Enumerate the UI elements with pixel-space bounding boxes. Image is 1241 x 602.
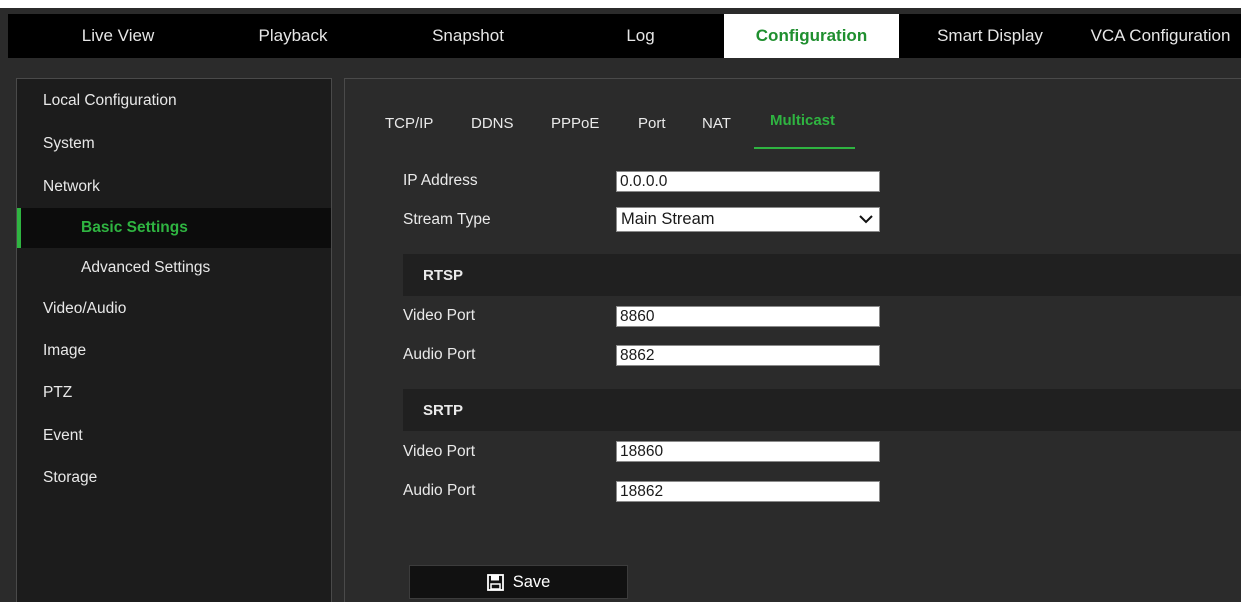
nav-live-view[interactable]: Live View bbox=[8, 14, 228, 58]
sidebar-item-local-configuration[interactable]: Local Configuration bbox=[17, 81, 331, 121]
sidebar-item-system[interactable]: System bbox=[17, 124, 331, 164]
app-window: Live View Playback Snapshot Log Configur… bbox=[0, 0, 1241, 602]
srtp-video-port-label: Video Port bbox=[403, 443, 476, 460]
top-nav: Live View Playback Snapshot Log Configur… bbox=[8, 14, 1241, 58]
sidebar-item-event[interactable]: Event bbox=[17, 416, 331, 456]
srtp-audio-port-label: Audio Port bbox=[403, 482, 476, 499]
srtp-section-header: SRTP bbox=[403, 389, 1241, 431]
sidebar-item-storage[interactable]: Storage bbox=[17, 458, 331, 498]
save-button[interactable]: Save bbox=[409, 565, 628, 599]
tab-pppoe[interactable]: PPPoE bbox=[551, 115, 599, 155]
srtp-video-port-input[interactable] bbox=[616, 441, 880, 462]
ip-address-label: IP Address bbox=[403, 172, 478, 189]
rtsp-section-header: RTSP bbox=[403, 254, 1241, 296]
tab-tcp-ip[interactable]: TCP/IP bbox=[385, 115, 433, 155]
sidebar-item-advanced-settings[interactable]: Advanced Settings bbox=[17, 248, 331, 288]
stream-type-label: Stream Type bbox=[403, 211, 491, 228]
main-panel: TCP/IP DDNS PPPoE Port NAT Multicast IP … bbox=[344, 78, 1241, 602]
srtp-audio-port-input[interactable] bbox=[616, 481, 880, 502]
top-strip bbox=[0, 0, 1241, 8]
sidebar: Local Configuration System Network Basic… bbox=[16, 78, 332, 602]
nav-snapshot[interactable]: Snapshot bbox=[378, 14, 558, 58]
tab-nat[interactable]: NAT bbox=[702, 115, 731, 155]
sidebar-item-basic-settings[interactable]: Basic Settings bbox=[17, 208, 331, 248]
nav-smart-display[interactable]: Smart Display bbox=[900, 14, 1080, 58]
tab-port[interactable]: Port bbox=[638, 115, 666, 155]
sidebar-item-video-audio[interactable]: Video/Audio bbox=[17, 289, 331, 329]
rtsp-video-port-label: Video Port bbox=[403, 307, 476, 324]
nav-playback[interactable]: Playback bbox=[218, 14, 368, 58]
nav-vca-configuration[interactable]: VCA Configuration bbox=[1080, 14, 1241, 58]
nav-configuration[interactable]: Configuration bbox=[724, 14, 899, 58]
active-tab-indicator bbox=[754, 147, 855, 149]
save-button-label: Save bbox=[512, 572, 551, 591]
nav-log[interactable]: Log bbox=[558, 14, 723, 58]
sidebar-item-image[interactable]: Image bbox=[17, 331, 331, 371]
chevron-down-icon bbox=[859, 215, 873, 224]
sidebar-item-ptz[interactable]: PTZ bbox=[17, 373, 331, 413]
rtsp-video-port-input[interactable] bbox=[616, 306, 880, 327]
stream-type-select[interactable]: Main Stream bbox=[616, 207, 880, 232]
tab-multicast[interactable]: Multicast bbox=[770, 112, 835, 152]
ip-address-input[interactable] bbox=[616, 171, 880, 192]
sidebar-item-network[interactable]: Network bbox=[17, 167, 331, 207]
floppy-disk-icon bbox=[486, 573, 504, 591]
rtsp-audio-port-label: Audio Port bbox=[403, 346, 476, 363]
stream-type-value: Main Stream bbox=[621, 210, 715, 228]
tab-ddns[interactable]: DDNS bbox=[471, 115, 514, 155]
rtsp-audio-port-input[interactable] bbox=[616, 345, 880, 366]
